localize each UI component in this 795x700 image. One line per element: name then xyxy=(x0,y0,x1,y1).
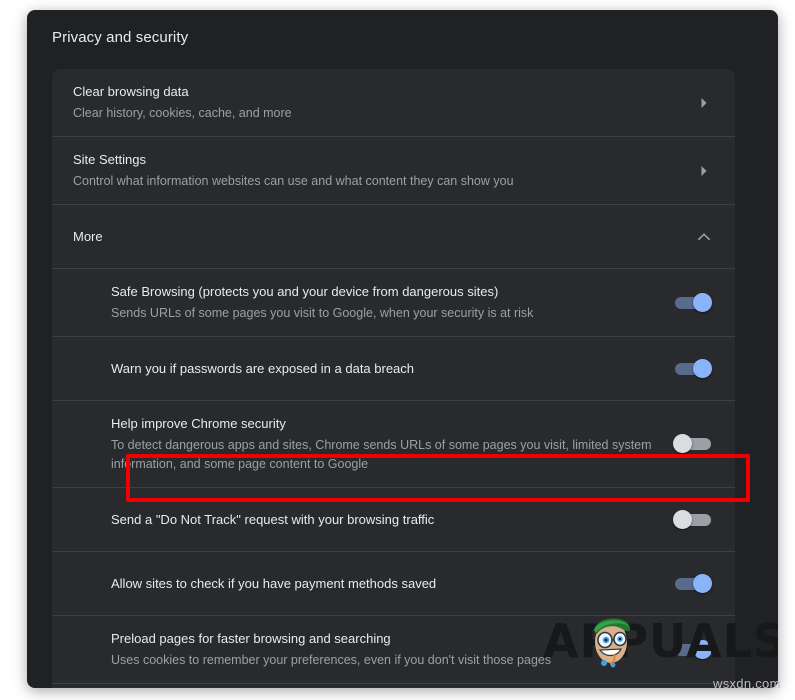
toggle-safe-browsing[interactable] xyxy=(673,292,713,313)
chevron-up-icon xyxy=(695,228,713,246)
row-title: More xyxy=(73,228,103,244)
arrow-right-icon xyxy=(695,94,713,112)
toggle-preload-pages[interactable] xyxy=(673,639,713,660)
row-control[interactable] xyxy=(673,573,713,594)
toggle-payment-methods-check[interactable] xyxy=(673,573,713,594)
row-control[interactable] xyxy=(673,358,713,379)
settings-row-manage-certificates[interactable]: Manage certificates Manage HTTPS/SSL cer… xyxy=(52,684,735,688)
toggle-knob xyxy=(693,573,712,593)
row-title: Preload pages for faster browsing and se… xyxy=(111,631,391,646)
row-control[interactable] xyxy=(695,228,713,246)
toggle-knob xyxy=(673,434,692,453)
row-control[interactable] xyxy=(673,292,713,313)
settings-row-do-not-track[interactable]: Send a "Do Not Track" request with your … xyxy=(52,488,735,552)
settings-row-site-settings[interactable]: Site Settings Control what information w… xyxy=(52,137,735,205)
settings-row-clear-browsing-data[interactable]: Clear browsing data Clear history, cooki… xyxy=(52,69,735,137)
row-text: Safe Browsing (protects you and your dev… xyxy=(111,269,657,336)
row-control[interactable] xyxy=(695,162,713,180)
toggle-knob xyxy=(673,509,692,529)
site-watermark: wsxdn.com xyxy=(713,676,781,691)
toggle-knob xyxy=(693,639,712,659)
row-text: Clear browsing data Clear history, cooki… xyxy=(73,69,679,136)
row-title: Warn you if passwords are exposed in a d… xyxy=(111,360,415,376)
row-title: Help improve Chrome security xyxy=(111,416,286,431)
row-subtitle: Sends URLs of some pages you visit to Go… xyxy=(111,306,534,320)
toggle-knob xyxy=(693,358,712,378)
page-title: Privacy and security xyxy=(52,29,189,46)
row-title: Site Settings xyxy=(73,152,146,167)
arrow-right-icon xyxy=(695,162,713,180)
toggle-do-not-track[interactable] xyxy=(673,509,713,530)
row-text: Warn you if passwords are exposed in a d… xyxy=(111,346,657,392)
row-title: Send a "Do Not Track" request with your … xyxy=(111,511,435,527)
row-text: Help improve Chrome security To detect d… xyxy=(111,401,657,487)
toggle-warn-passwords-breach[interactable] xyxy=(673,358,713,379)
row-text: More xyxy=(73,214,679,260)
row-text: Preload pages for faster browsing and se… xyxy=(111,616,657,683)
settings-card: Clear browsing data Clear history, cooki… xyxy=(52,69,735,688)
toggle-knob xyxy=(693,292,712,312)
row-text: Site Settings Control what information w… xyxy=(73,137,679,204)
settings-row-safe-browsing[interactable]: Safe Browsing (protects you and your dev… xyxy=(52,269,735,337)
row-subtitle: Clear history, cookies, cache, and more xyxy=(73,106,292,120)
row-text: Allow sites to check if you have payment… xyxy=(111,561,657,607)
toggle-help-improve-chrome-security[interactable] xyxy=(673,434,713,454)
row-text: Send a "Do Not Track" request with your … xyxy=(111,497,657,543)
settings-row-more[interactable]: More xyxy=(52,205,735,269)
row-subtitle: To detect dangerous apps and sites, Chro… xyxy=(111,438,652,471)
row-control[interactable] xyxy=(673,434,713,454)
row-title: Allow sites to check if you have payment… xyxy=(111,575,437,591)
row-title: Safe Browsing (protects you and your dev… xyxy=(111,284,499,299)
settings-row-warn-passwords-breach[interactable]: Warn you if passwords are exposed in a d… xyxy=(52,337,735,401)
settings-panel: Privacy and security Clear browsing data… xyxy=(27,10,778,688)
row-subtitle: Uses cookies to remember your preference… xyxy=(111,653,552,667)
row-control[interactable] xyxy=(673,509,713,530)
row-control[interactable] xyxy=(695,94,713,112)
settings-row-preload-pages[interactable]: Preload pages for faster browsing and se… xyxy=(52,616,735,684)
row-title: Clear browsing data xyxy=(73,84,189,99)
row-control[interactable] xyxy=(673,639,713,660)
screenshot-root: Privacy and security Clear browsing data… xyxy=(0,0,795,700)
row-text: Manage certificates Manage HTTPS/SSL cer… xyxy=(111,684,679,688)
settings-row-payment-methods-check[interactable]: Allow sites to check if you have payment… xyxy=(52,552,735,616)
settings-row-help-improve-chrome-security[interactable]: Help improve Chrome security To detect d… xyxy=(52,401,735,488)
row-subtitle: Control what information websites can us… xyxy=(73,174,514,188)
